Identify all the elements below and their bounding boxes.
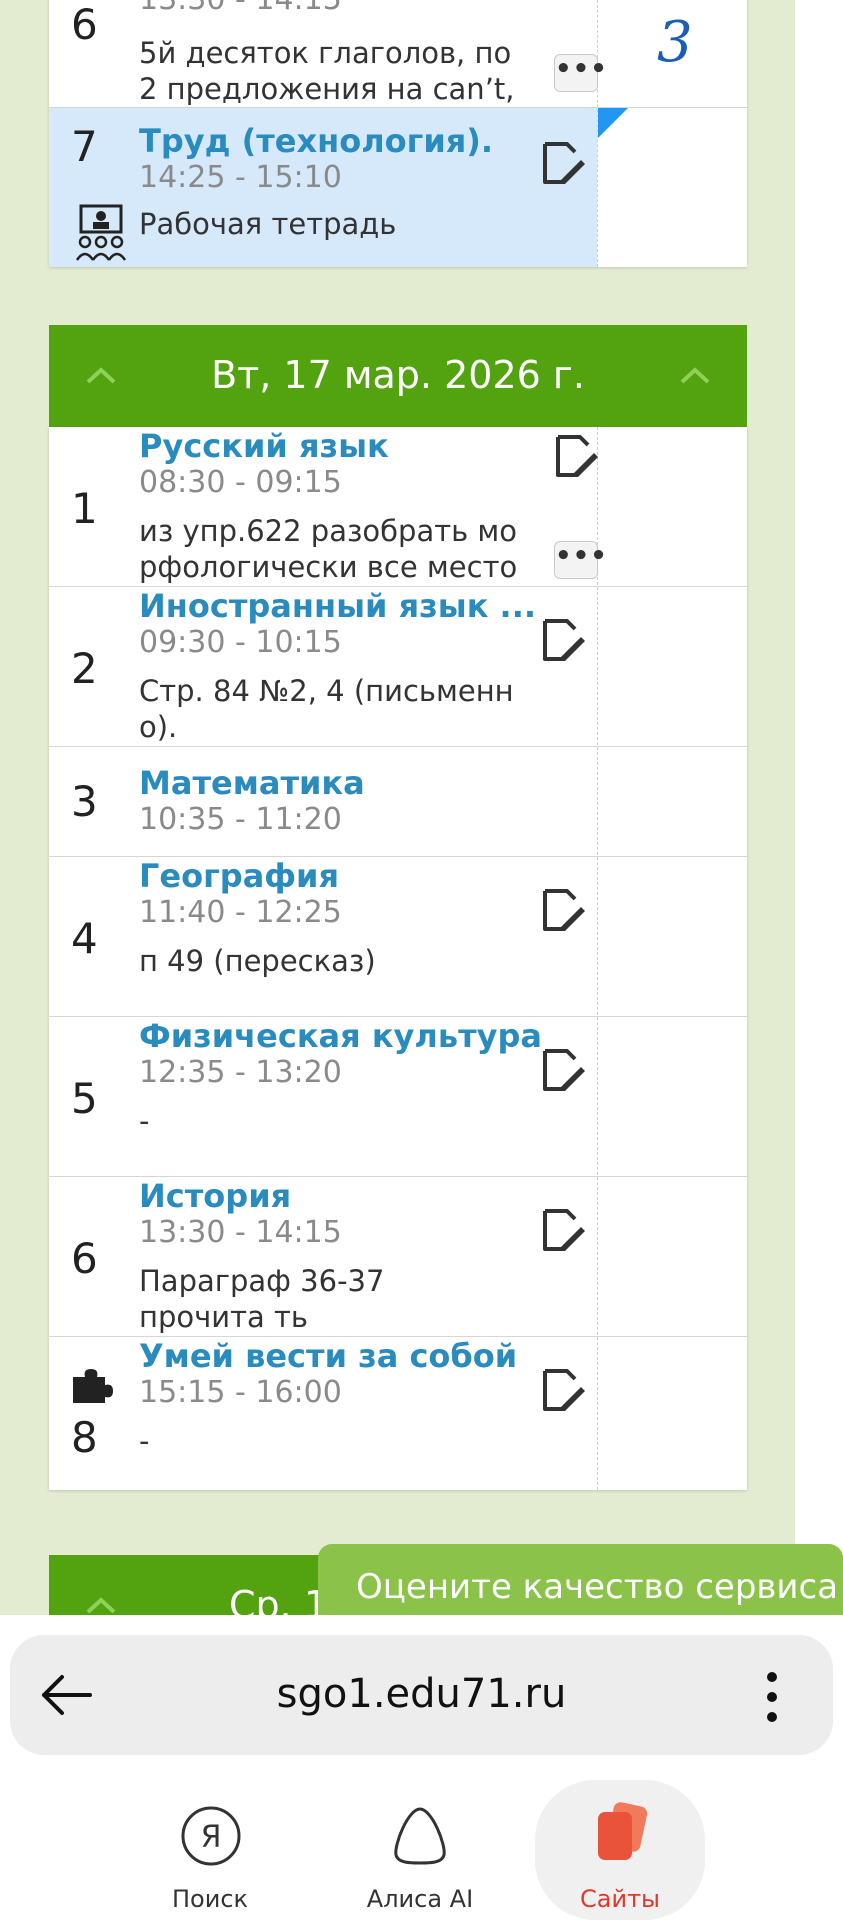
edit-homework-icon[interactable] xyxy=(541,617,585,663)
lesson-title[interactable]: Математика xyxy=(139,764,365,802)
chevron-up-icon[interactable] xyxy=(678,360,712,390)
url-text[interactable]: sgo1.edu71.ru xyxy=(10,1671,833,1717)
chevron-up-icon[interactable] xyxy=(84,1590,118,1615)
lesson-row[interactable]: 6 13:30 - 14:15 5й десяток глаголов, по … xyxy=(49,0,747,108)
lesson-row[interactable]: 2 Иностранный язык ... 09:30 - 10:15 Стр… xyxy=(49,587,747,747)
lesson-number: 2 xyxy=(71,644,98,693)
lesson-title[interactable]: Русский язык xyxy=(139,427,389,465)
edit-homework-icon[interactable] xyxy=(554,433,598,479)
lesson-number: 5 xyxy=(71,1074,98,1123)
lesson-time: 13:30 - 14:15 xyxy=(139,0,342,17)
lesson-homework: Стр. 84 №2, 4 (письменн о). xyxy=(139,674,514,744)
lesson-time: 10:35 - 11:20 xyxy=(139,802,342,837)
grade-mark[interactable]: 3 xyxy=(657,10,693,75)
address-bar[interactable]: sgo1.edu71.ru xyxy=(10,1635,833,1755)
lesson-title[interactable]: Труд (технология). xyxy=(139,122,493,160)
lesson-time: 14:25 - 15:10 xyxy=(139,160,342,195)
lesson-number: 7 xyxy=(71,122,98,171)
nav-alice[interactable]: Алиса AI xyxy=(325,1780,515,1920)
day-title: Ср. 1 xyxy=(229,1583,328,1615)
lesson-row[interactable]: 7 Труд (технология). 14:25 - 15:10 Рабоч… xyxy=(49,108,597,267)
diary-content: 6 13:30 - 14:15 5й десяток глаголов, по … xyxy=(0,0,843,1615)
prev-day-card: 6 13:30 - 14:15 5й десяток глаголов, по … xyxy=(49,0,747,267)
browser-bottom-bar: sgo1.edu71.ru Я Поиск Алиса AI Сайты xyxy=(0,1615,843,1920)
lesson-row[interactable]: 6 История 13:30 - 14:15 Параграф 36-37 п… xyxy=(49,1177,747,1337)
lesson-homework: 5й десяток глаголов, по 2 предложения на… xyxy=(139,36,515,106)
lesson-row[interactable]: 5 Физическая культура 12:35 - 13:20 - xyxy=(49,1017,747,1177)
lesson-title[interactable]: История xyxy=(139,1177,291,1215)
edit-homework-icon[interactable] xyxy=(541,887,585,933)
lesson-number: 1 xyxy=(71,484,98,533)
more-vertical-icon[interactable] xyxy=(762,1669,782,1725)
lesson-time: 15:15 - 16:00 xyxy=(139,1375,342,1410)
online-lesson-icon xyxy=(75,204,127,261)
lesson-time: 08:30 - 09:15 xyxy=(139,465,342,500)
svg-text:Я: Я xyxy=(201,1820,222,1855)
lesson-number: 3 xyxy=(71,777,98,826)
grade-corner-marker xyxy=(598,108,628,138)
lesson-row[interactable]: 8 Умей вести за собой 15:15 - 16:00 - xyxy=(49,1337,747,1490)
nav-search[interactable]: Я Поиск xyxy=(115,1780,305,1920)
lesson-number: 6 xyxy=(71,0,98,49)
nav-alice-label: Алиса AI xyxy=(366,1885,474,1913)
lesson-time: 09:30 - 10:15 xyxy=(139,625,342,660)
lesson-homework: Рабочая тетрадь xyxy=(139,207,397,241)
lesson-number: 8 xyxy=(71,1413,98,1462)
lesson-title[interactable]: Иностранный язык ... xyxy=(139,587,536,625)
rate-service-button[interactable]: Оцените качество сервиса xyxy=(318,1544,843,1615)
day-header[interactable]: Вт, 17 мар. 2026 г. xyxy=(49,325,747,427)
lesson-homework: п 49 (пересказ) xyxy=(139,944,376,978)
sites-icon xyxy=(598,1802,648,1860)
lesson-homework: - xyxy=(139,1104,150,1138)
day-title: Вт, 17 мар. 2026 г. xyxy=(211,353,585,397)
lesson-time: 12:35 - 13:20 xyxy=(139,1055,342,1090)
lesson-title[interactable]: География xyxy=(139,857,339,895)
lesson-row[interactable]: 4 География 11:40 - 12:25 п 49 (пересказ… xyxy=(49,857,747,1017)
yandex-search-icon: Я xyxy=(181,1806,241,1866)
lesson-number: 6 xyxy=(71,1234,98,1283)
lesson-title[interactable]: Физическая культура xyxy=(139,1017,542,1055)
lesson-homework: - xyxy=(139,1424,150,1458)
lesson-row[interactable]: 3 Математика 10:35 - 11:20 xyxy=(49,747,747,857)
lesson-time: 11:40 - 12:25 xyxy=(139,895,342,930)
lesson-title[interactable]: Умей вести за собой xyxy=(139,1337,517,1375)
lesson-number: 4 xyxy=(71,914,98,963)
lesson-time: 13:30 - 14:15 xyxy=(139,1215,342,1250)
lesson-row[interactable]: 1 Русский язык 08:30 - 09:15 из упр.622 … xyxy=(49,427,747,587)
more-button[interactable]: ••• xyxy=(554,54,607,92)
edit-homework-icon[interactable] xyxy=(541,140,585,186)
nav-sites-label: Сайты xyxy=(580,1885,660,1913)
edit-homework-icon[interactable] xyxy=(541,1207,585,1253)
right-edge-strip xyxy=(795,0,843,1615)
extracurricular-puzzle-icon xyxy=(73,1369,113,1403)
lesson-homework: Параграф 36-37 прочита ть xyxy=(139,1264,385,1334)
alice-icon xyxy=(394,1807,446,1865)
lesson-homework: из упр.622 разобрать мо рфологически все… xyxy=(139,514,518,584)
nav-sites[interactable]: Сайты xyxy=(535,1780,705,1920)
edit-homework-icon[interactable] xyxy=(541,1367,585,1413)
more-button[interactable]: ••• xyxy=(554,541,607,579)
day-lessons-card: 1 Русский язык 08:30 - 09:15 из упр.622 … xyxy=(49,427,747,1490)
edit-homework-icon[interactable] xyxy=(541,1047,585,1093)
nav-search-label: Поиск xyxy=(171,1885,249,1913)
